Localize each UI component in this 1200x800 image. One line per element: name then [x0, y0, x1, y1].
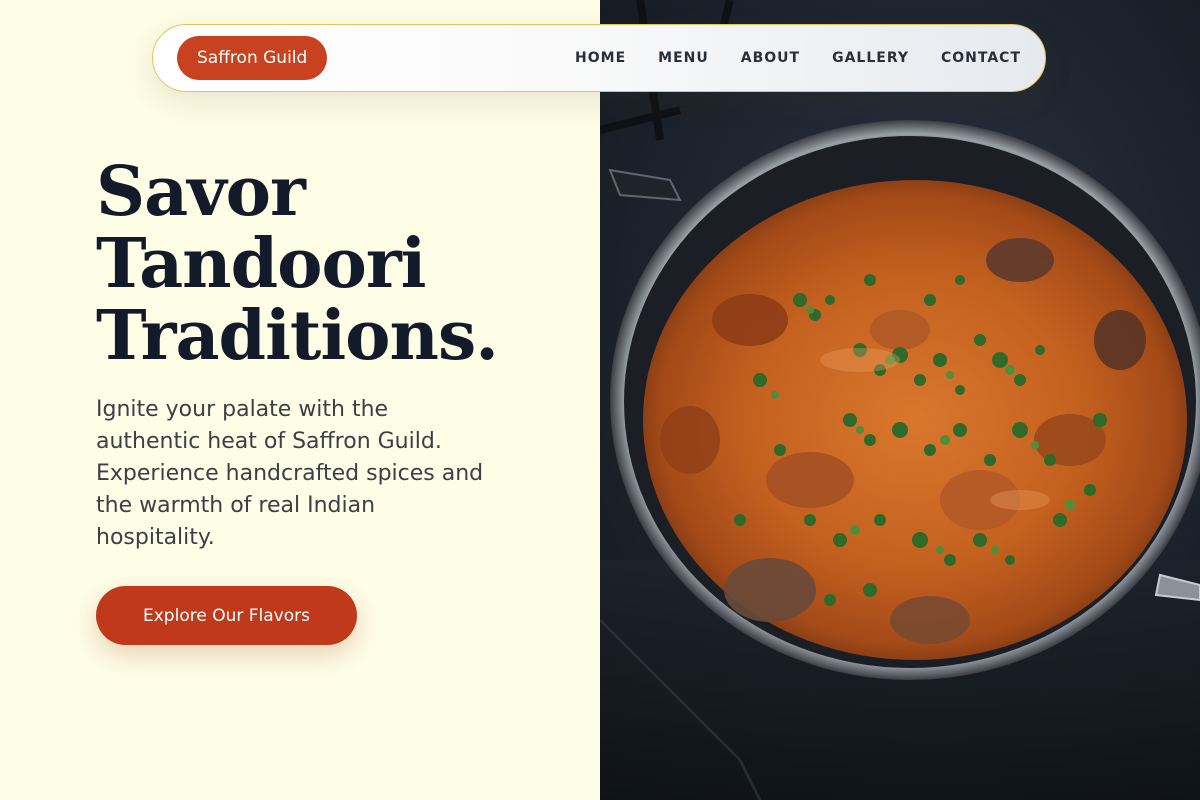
hero-title-line-1: Savor	[96, 152, 306, 232]
hero-food-image	[600, 0, 1200, 800]
hero-title-line-3: Traditions.	[96, 296, 499, 376]
nav-link-gallery[interactable]: GALLERY	[832, 50, 909, 66]
hero-description: Ignite your palate with the authentic he…	[96, 397, 484, 550]
brand-logo-button[interactable]: Saffron Guild	[177, 36, 328, 80]
landing-page: Saffron Guild HOME MENU ABOUT GALLERY CO…	[0, 0, 1200, 800]
hero-title-line-2: Tandoori	[96, 224, 427, 304]
hero-title: Savor Tandoori Traditions.	[96, 152, 499, 376]
nav-link-contact[interactable]: CONTACT	[941, 50, 1021, 66]
nav-link-about[interactable]: ABOUT	[741, 50, 800, 66]
explore-flavors-button[interactable]: Explore Our Flavors	[96, 586, 357, 645]
nav-link-menu[interactable]: MENU	[658, 50, 709, 66]
nav-link-home[interactable]: HOME	[575, 50, 626, 66]
top-navbar: Saffron Guild HOME MENU ABOUT GALLERY CO…	[152, 24, 1046, 92]
nav-links: HOME MENU ABOUT GALLERY CONTACT	[575, 50, 1021, 66]
